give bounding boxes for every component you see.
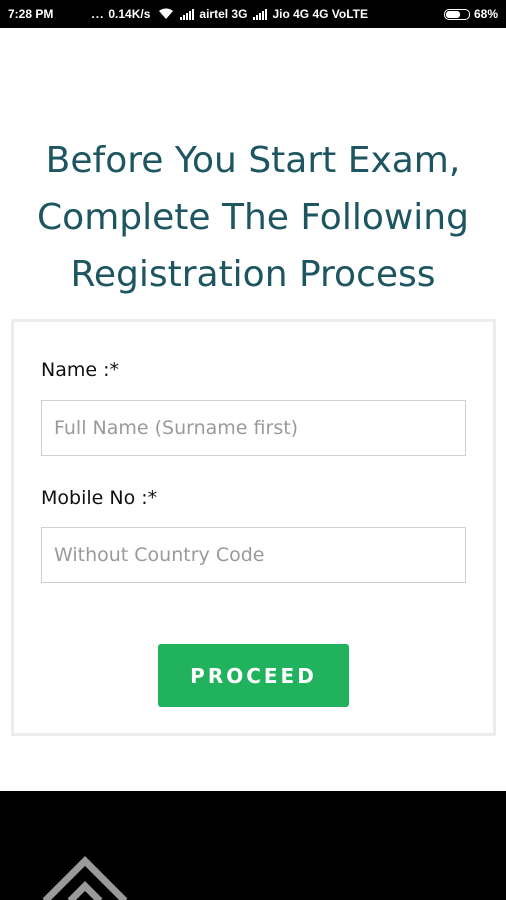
notification-dots-icon: ... — [91, 7, 105, 21]
battery-percent: 68% — [473, 7, 498, 21]
signal-icon — [253, 8, 268, 20]
mobile-input[interactable] — [41, 527, 466, 583]
signal-icon — [180, 8, 195, 20]
mobile-label: Mobile No :* — [41, 487, 158, 509]
title-line-2: Complete The Following — [37, 197, 469, 238]
logo-icon — [40, 851, 140, 900]
wifi-icon — [158, 8, 174, 20]
title-line-3: Registration Process — [70, 254, 436, 295]
network-speed: 0.14K/s — [108, 7, 151, 21]
proceed-button[interactable]: PROCEED — [158, 644, 349, 707]
carrier-1: airtel 3G — [199, 7, 248, 21]
page: 7:28 PM ... 0.14K/s airtel 3G Jio 4G 4G … — [0, 0, 506, 900]
name-label: Name :* — [41, 359, 119, 381]
battery-icon — [443, 8, 470, 20]
page-title: Before You Start Exam, Complete The Foll… — [0, 132, 506, 303]
status-time: 7:28 PM — [8, 7, 54, 21]
carrier-2: Jio 4G 4G VoLTE — [272, 7, 369, 21]
registration-form-card: Name :* Mobile No :* PROCEED — [11, 319, 496, 736]
name-input[interactable] — [41, 400, 466, 456]
footer — [0, 791, 506, 900]
status-bar: 7:28 PM ... 0.14K/s airtel 3G Jio 4G 4G … — [0, 0, 506, 28]
title-line-1: Before You Start Exam, — [45, 140, 461, 181]
faint-header-fragment: ▔▔▔ ▔▔▔▔▔▔ — [190, 26, 287, 34]
